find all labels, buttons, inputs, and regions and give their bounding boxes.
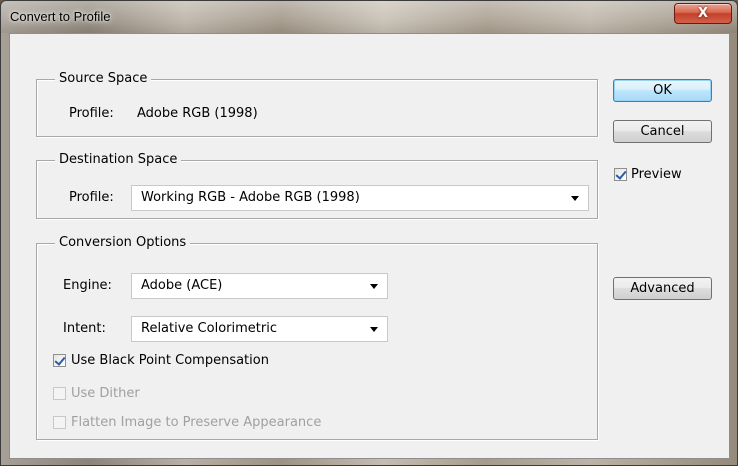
conversion-options-group: Conversion Options Engine: Adobe (ACE) I… bbox=[36, 235, 598, 440]
destination-space-legend: Destination Space bbox=[55, 152, 182, 168]
intent-label: Intent: bbox=[63, 321, 106, 336]
black-point-label[interactable]: Use Black Point Compensation bbox=[71, 353, 269, 369]
source-profile-value: Adobe RGB (1998) bbox=[137, 106, 258, 121]
chevron-down-icon bbox=[370, 284, 378, 289]
dialog-title: Convert to Profile bbox=[10, 9, 111, 24]
dialog-body: Source Space Profile: Adobe RGB (1998) D… bbox=[9, 33, 730, 459]
source-profile-label: Profile: bbox=[69, 106, 114, 121]
engine-select[interactable]: Adobe (ACE) bbox=[131, 273, 388, 299]
dither-label[interactable]: Use Dither bbox=[71, 386, 140, 402]
cancel-button[interactable]: Cancel bbox=[613, 120, 712, 143]
close-button[interactable]: X bbox=[674, 3, 732, 24]
destination-space-group: Destination Space Profile: Working RGB -… bbox=[36, 152, 598, 219]
title-bar[interactable]: Convert to Profile X bbox=[1, 1, 737, 33]
chevron-down-icon bbox=[571, 196, 579, 201]
destination-profile-select[interactable]: Working RGB - Adobe RGB (1998) bbox=[131, 185, 589, 211]
flatten-label[interactable]: Flatten Image to Preserve Appearance bbox=[71, 415, 321, 431]
dither-checkbox[interactable] bbox=[53, 387, 66, 400]
advanced-button[interactable]: Advanced bbox=[613, 277, 712, 300]
black-point-checkbox[interactable] bbox=[53, 354, 66, 367]
preview-label[interactable]: Preview bbox=[631, 167, 682, 183]
source-space-group: Source Space Profile: Adobe RGB (1998) bbox=[36, 71, 598, 137]
chevron-down-icon bbox=[370, 327, 378, 332]
close-icon: X bbox=[697, 6, 709, 21]
convert-to-profile-dialog: Convert to Profile X Source Space Profil… bbox=[0, 0, 738, 466]
destination-profile-selected: Working RGB - Adobe RGB (1998) bbox=[141, 190, 360, 205]
destination-profile-label: Profile: bbox=[69, 190, 114, 205]
conversion-options-legend: Conversion Options bbox=[55, 235, 191, 251]
engine-selected: Adobe (ACE) bbox=[141, 278, 223, 293]
source-space-legend: Source Space bbox=[55, 71, 152, 87]
intent-selected: Relative Colorimetric bbox=[141, 321, 277, 336]
engine-label: Engine: bbox=[63, 278, 112, 293]
preview-checkbox[interactable] bbox=[614, 168, 627, 181]
intent-select[interactable]: Relative Colorimetric bbox=[131, 316, 388, 342]
ok-button[interactable]: OK bbox=[613, 79, 712, 102]
flatten-checkbox[interactable] bbox=[53, 416, 66, 429]
